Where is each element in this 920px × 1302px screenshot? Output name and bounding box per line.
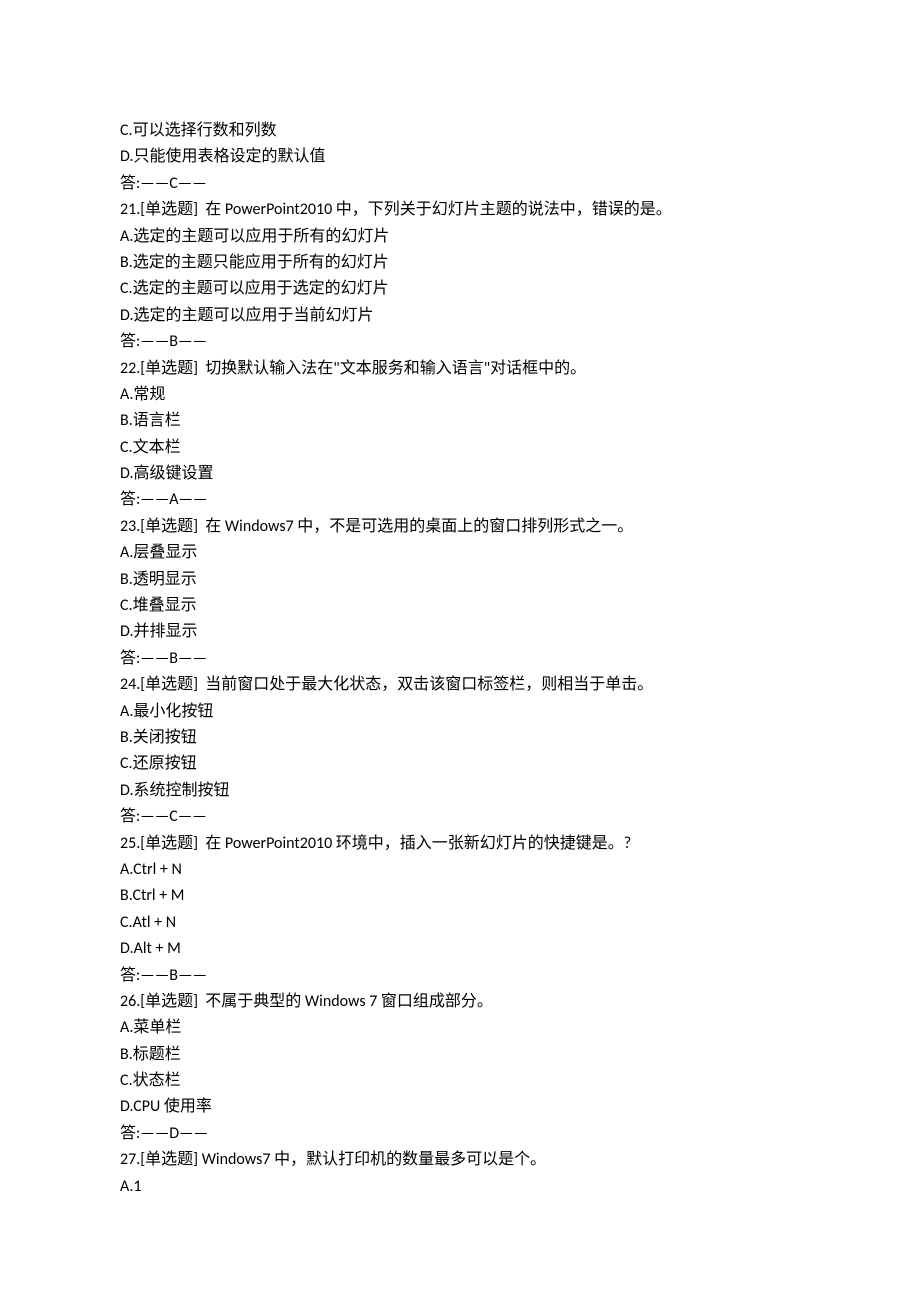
text-line: C.堆叠显示 [120, 593, 800, 619]
text-line: 答:——B—— [120, 963, 800, 989]
text-line: D.Alt + M [120, 936, 800, 962]
text-line: D.只能使用表格设定的默认值 [120, 144, 800, 170]
text-line: A.选定的主题可以应用于所有的幻灯片 [120, 224, 800, 250]
text-line: D.并排显示 [120, 619, 800, 645]
text-line: B.语言栏 [120, 408, 800, 434]
text-line: 22.[单选题] 切换默认输入法在"文本服务和输入语言"对话框中的。 [120, 356, 800, 382]
text-line: B.标题栏 [120, 1042, 800, 1068]
document-body: C.可以选择行数和列数D.只能使用表格设定的默认值答:——C——21.[单选题]… [120, 118, 800, 1200]
text-line: C.Atl + N [120, 910, 800, 936]
text-line: C.文本栏 [120, 435, 800, 461]
text-line: B.关闭按钮 [120, 725, 800, 751]
text-line: A.最小化按钮 [120, 699, 800, 725]
text-line: 答:——C—— [120, 804, 800, 830]
text-line: B.选定的主题只能应用于所有的幻灯片 [120, 250, 800, 276]
text-line: D.高级键设置 [120, 461, 800, 487]
text-line: C.状态栏 [120, 1068, 800, 1094]
text-line: 答:——A—— [120, 487, 800, 513]
text-line: B.Ctrl + M [120, 883, 800, 909]
text-line: 21.[单选题] 在 PowerPoint2010 中，下列关于幻灯片主题的说法… [120, 197, 800, 223]
text-line: 24.[单选题] 当前窗口处于最大化状态，双击该窗口标签栏，则相当于单击。 [120, 672, 800, 698]
text-line: 答:——B—— [120, 646, 800, 672]
text-line: A.常规 [120, 382, 800, 408]
text-line: A.菜单栏 [120, 1015, 800, 1041]
text-line: C.可以选择行数和列数 [120, 118, 800, 144]
text-line: A.层叠显示 [120, 540, 800, 566]
text-line: D.CPU 使用率 [120, 1094, 800, 1120]
text-line: B.透明显示 [120, 567, 800, 593]
text-line: 26.[单选题] 不属于典型的 Windows 7 窗口组成部分。 [120, 989, 800, 1015]
text-line: 答:——C—— [120, 171, 800, 197]
text-line: 23.[单选题] 在 Windows7 中，不是可选用的桌面上的窗口排列形式之一… [120, 514, 800, 540]
text-line: 25.[单选题] 在 PowerPoint2010 环境中，插入一张新幻灯片的快… [120, 831, 800, 857]
text-line: A.Ctrl + N [120, 857, 800, 883]
text-line: 答:——B—— [120, 329, 800, 355]
text-line: 答:——D—— [120, 1121, 800, 1147]
text-line: A.1 [120, 1174, 800, 1200]
text-line: D.系统控制按钮 [120, 778, 800, 804]
text-line: D.选定的主题可以应用于当前幻灯片 [120, 303, 800, 329]
text-line: 27.[单选题] Windows7 中，默认打印机的数量最多可以是个。 [120, 1147, 800, 1173]
text-line: C.还原按钮 [120, 751, 800, 777]
text-line: C.选定的主题可以应用于选定的幻灯片 [120, 276, 800, 302]
